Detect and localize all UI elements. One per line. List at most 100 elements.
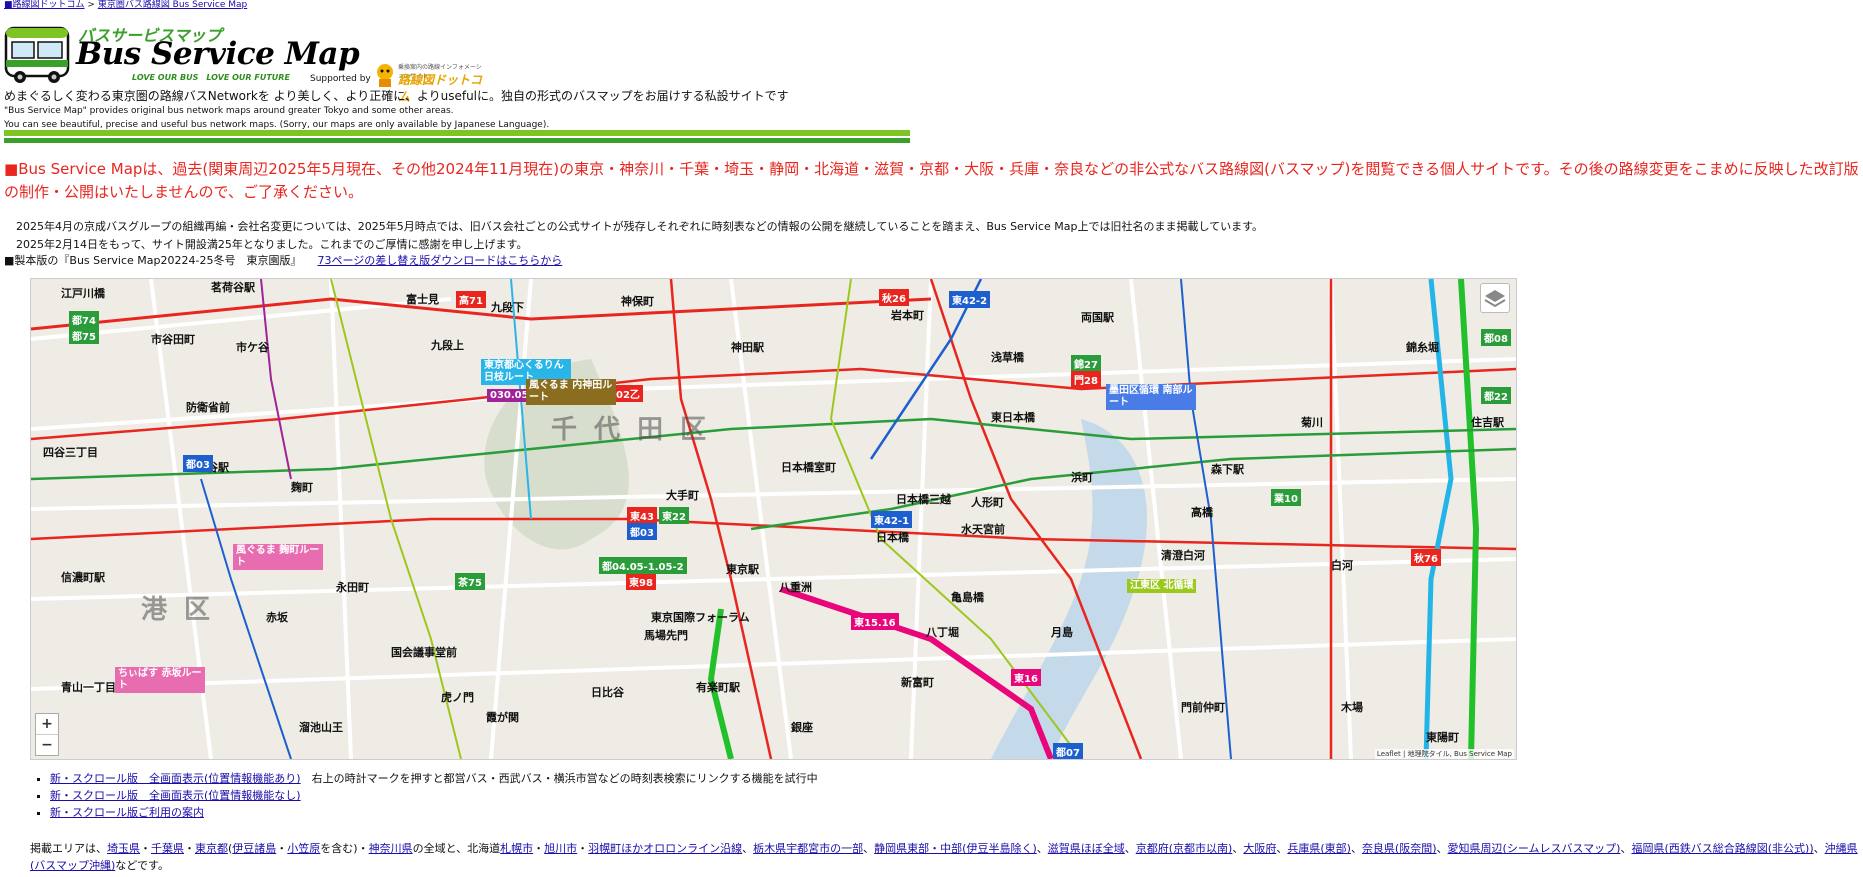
map-place-label: 九段上 [431, 339, 464, 352]
notice-marker: ■ [4, 160, 19, 178]
layers-icon [1484, 290, 1506, 308]
map-bus-route-badge[interactable]: 門28 [1071, 371, 1101, 388]
map-bus-route-badge[interactable]: 業10 [1271, 489, 1301, 506]
area-link-shiga[interactable]: 滋賀県ほぼ全域 [1048, 842, 1125, 855]
map-place-label: 溜池山王 [299, 721, 343, 734]
map-bus-route-badge[interactable]: 東16 [1011, 669, 1041, 686]
area-link-ogasawara[interactable]: 小笠原 [287, 842, 320, 855]
map-place-label: 市ケ谷 [236, 341, 269, 354]
note-keisei: 2025年4月の京成バスグループの組織再編・会社名変更については、2025年5月… [16, 220, 1264, 233]
area-link-haboro[interactable]: 羽幌町ほかオロロンライン沿線 [588, 842, 742, 855]
map-place-label: 水天宮前 [961, 523, 1005, 536]
map-bus-route-badge[interactable]: 高71 [456, 291, 486, 308]
area-link-tochigi[interactable]: 栃木県宇都宮市の一部 [753, 842, 863, 855]
map-bus-route-badge[interactable]: 東42-1 [871, 511, 913, 528]
area-link-tokyo[interactable]: 東京都 [195, 842, 228, 855]
map-place-label: 麹町 [291, 481, 313, 494]
map-community-bus-badge[interactable]: 江東区 北循環 [1127, 579, 1197, 593]
map-attribution: Leaflet | 地理院タイル, Bus Service Map [1374, 749, 1514, 759]
map-bus-route-badge[interactable]: 茶75 [455, 573, 485, 590]
supported-by-label: Supported by [310, 74, 371, 84]
map-place-label: 月島 [1051, 626, 1073, 639]
area-link-kyoto[interactable]: 京都府(京都市以南) [1136, 842, 1233, 855]
map-bus-route-badge[interactable]: 秋76 [1411, 549, 1441, 566]
bus-map[interactable]: 千 代 田 区港 区 江戸川橋 茗荷谷駅 富士見 九段上 九段下 神保町 神田駅 岩本町 両国駅錦… [30, 278, 1517, 760]
area-link-osaka[interactable]: 大阪府 [1243, 842, 1276, 855]
map-bus-route-badge[interactable]: 都08 [1481, 329, 1511, 346]
area-link-kanagawa[interactable]: 神奈川県 [369, 842, 413, 855]
intro-jp: めまぐるしく変わる東京圏の路線バスNetworkを より美しく、より正確に、より… [4, 89, 789, 103]
map-place-label: 神田駅 [731, 341, 764, 354]
map-place-label: 清澄白河 [1161, 549, 1205, 562]
map-place-label: 市谷田町 [151, 333, 195, 346]
logo-tagline: LOVE OUR BUS LOVE OUR FUTURE [132, 73, 290, 82]
area-link-shizuoka[interactable]: 静岡県東部・中部(伊豆半島除く) [874, 842, 1037, 855]
fullscreen-with-location-link[interactable]: 新・スクロール版 全画面表示(位置情報機能あり) [50, 772, 301, 785]
map-place-label: 八重洲 [779, 581, 812, 594]
intro-en-line1: "Bus Service Map" provides original bus … [4, 106, 454, 116]
bus-icon [4, 26, 70, 83]
breadcrumb-current-link[interactable]: 東京圏バス路線図 Bus Service Map [98, 0, 247, 10]
map-place-label: 銀座 [791, 721, 813, 734]
area-link-nara[interactable]: 奈良県(阪奈間) [1362, 842, 1437, 855]
map-place-label: 森下駅 [1211, 463, 1244, 476]
zoom-in-button[interactable]: + [36, 714, 58, 734]
map-place-label: 茗荷谷駅 [211, 281, 255, 294]
area-link-fukuoka[interactable]: 福岡県(西鉄バス総合路線図(非公式)) [1631, 842, 1813, 855]
map-bus-route-badge[interactable]: 東22 [659, 507, 689, 524]
map-place-label: 神保町 [621, 295, 654, 308]
map-bus-route-badge[interactable]: 秋26 [879, 289, 909, 306]
map-bus-route-badge[interactable]: 都74 [69, 311, 99, 328]
map-bus-route-badge[interactable]: 都03 [627, 523, 657, 540]
fullscreen-without-location-link[interactable]: 新・スクロール版 全画面表示(位置情報機能なし) [50, 789, 301, 802]
list-item: 新・スクロール版 全画面表示(位置情報機能あり) 右上の時計マークを押すと都営バ… [50, 770, 818, 787]
area-link-aichi[interactable]: 愛知県周辺(シームレスバスマップ) [1448, 842, 1621, 855]
map-bus-route-badge[interactable]: 錦27 [1071, 355, 1101, 372]
map-community-bus-badge[interactable]: 風ぐるま 麹町ルート [233, 544, 323, 570]
site-logo[interactable]: バスサービスマップ Bus Service Map LOVE OUR BUS L… [4, 22, 482, 104]
breadcrumb-home-link[interactable]: ■路線図ドットコム [4, 0, 85, 10]
area-link-izu[interactable]: 伊豆諸島 [232, 842, 276, 855]
map-bus-route-badge[interactable]: 都75 [69, 327, 99, 344]
map-place-label: 大手町 [666, 489, 699, 502]
map-bus-route-badge[interactable]: 都03 [183, 455, 213, 472]
map-place-label: 赤坂 [266, 611, 288, 624]
map-bus-route-badge[interactable]: 都04.05-1.05-2 [599, 557, 687, 574]
layers-button[interactable] [1480, 283, 1510, 313]
area-link-hyogo[interactable]: 兵庫県(東部) [1287, 842, 1351, 855]
map-place-label: 住吉駅 [1471, 416, 1504, 429]
area-link-saitama[interactable]: 埼玉県 [107, 842, 140, 855]
map-links: 新・スクロール版 全画面表示(位置情報機能あり) 右上の時計マークを押すと都営バ… [30, 770, 818, 821]
area-link-asahikawa[interactable]: 旭川市 [544, 842, 577, 855]
map-place-label: 青山一丁目 [61, 681, 116, 694]
sponsor-logo[interactable]: 乗換案内の路線インフォメーションサイト 路線図ドットコム [374, 62, 482, 104]
map-place-label: 両国駅 [1081, 311, 1114, 324]
map-bus-route-badge[interactable]: 東15.16 [851, 613, 899, 630]
breadcrumb: ■路線図ドットコム > 東京圏バス路線図 Bus Service Map [4, 0, 247, 10]
map-ward-label: 港 区 [141, 595, 215, 625]
zoom-out-button[interactable]: − [36, 734, 58, 755]
map-place-label: 有楽町駅 [696, 681, 740, 694]
map-place-label: 浜町 [1071, 471, 1093, 484]
area-link-chiba[interactable]: 千葉県 [151, 842, 184, 855]
breadcrumb-separator: > [87, 0, 95, 10]
map-place-label: 白河 [1331, 559, 1353, 572]
map-zoom-control: + − [35, 713, 59, 756]
map-bus-route-badge[interactable]: 東98 [626, 573, 656, 590]
map-community-bus-badge[interactable]: ちぃばす 赤坂ルート [115, 667, 205, 693]
area-link-sapporo[interactable]: 札幌市 [500, 842, 533, 855]
usage-guide-link[interactable]: 新・スクロール版ご利用の案内 [50, 806, 204, 819]
notice-text: Bus Service Mapは、過去(関東周辺2025年5月現在、その他202… [4, 160, 1859, 201]
map-bus-route-badge[interactable]: 東43 [627, 507, 657, 524]
map-bus-route-badge[interactable]: 都07 [1053, 743, 1083, 759]
map-place-label: 浅草橋 [991, 351, 1024, 364]
map-community-bus-badge[interactable]: 風ぐるま 内神田ルート [526, 379, 616, 405]
map-bus-route-badge[interactable]: 都22 [1481, 387, 1511, 404]
download-link[interactable]: 73ページの差し替え版ダウンロードはこちらから [317, 254, 562, 267]
map-community-bus-badge[interactable]: 墨田区循環 南部ルート [1106, 384, 1196, 410]
map-bus-route-badge[interactable]: 東42-2 [949, 291, 991, 308]
timetable-note: 右上の時計マークを押すと都営バス・西武バス・横浜市営などの時刻表検索にリンクする… [311, 772, 818, 785]
list-item: 新・スクロール版ご利用の案内 [50, 804, 818, 821]
map-place-label: 高橋 [1191, 506, 1213, 519]
map-place-label: 木場 [1341, 701, 1363, 714]
